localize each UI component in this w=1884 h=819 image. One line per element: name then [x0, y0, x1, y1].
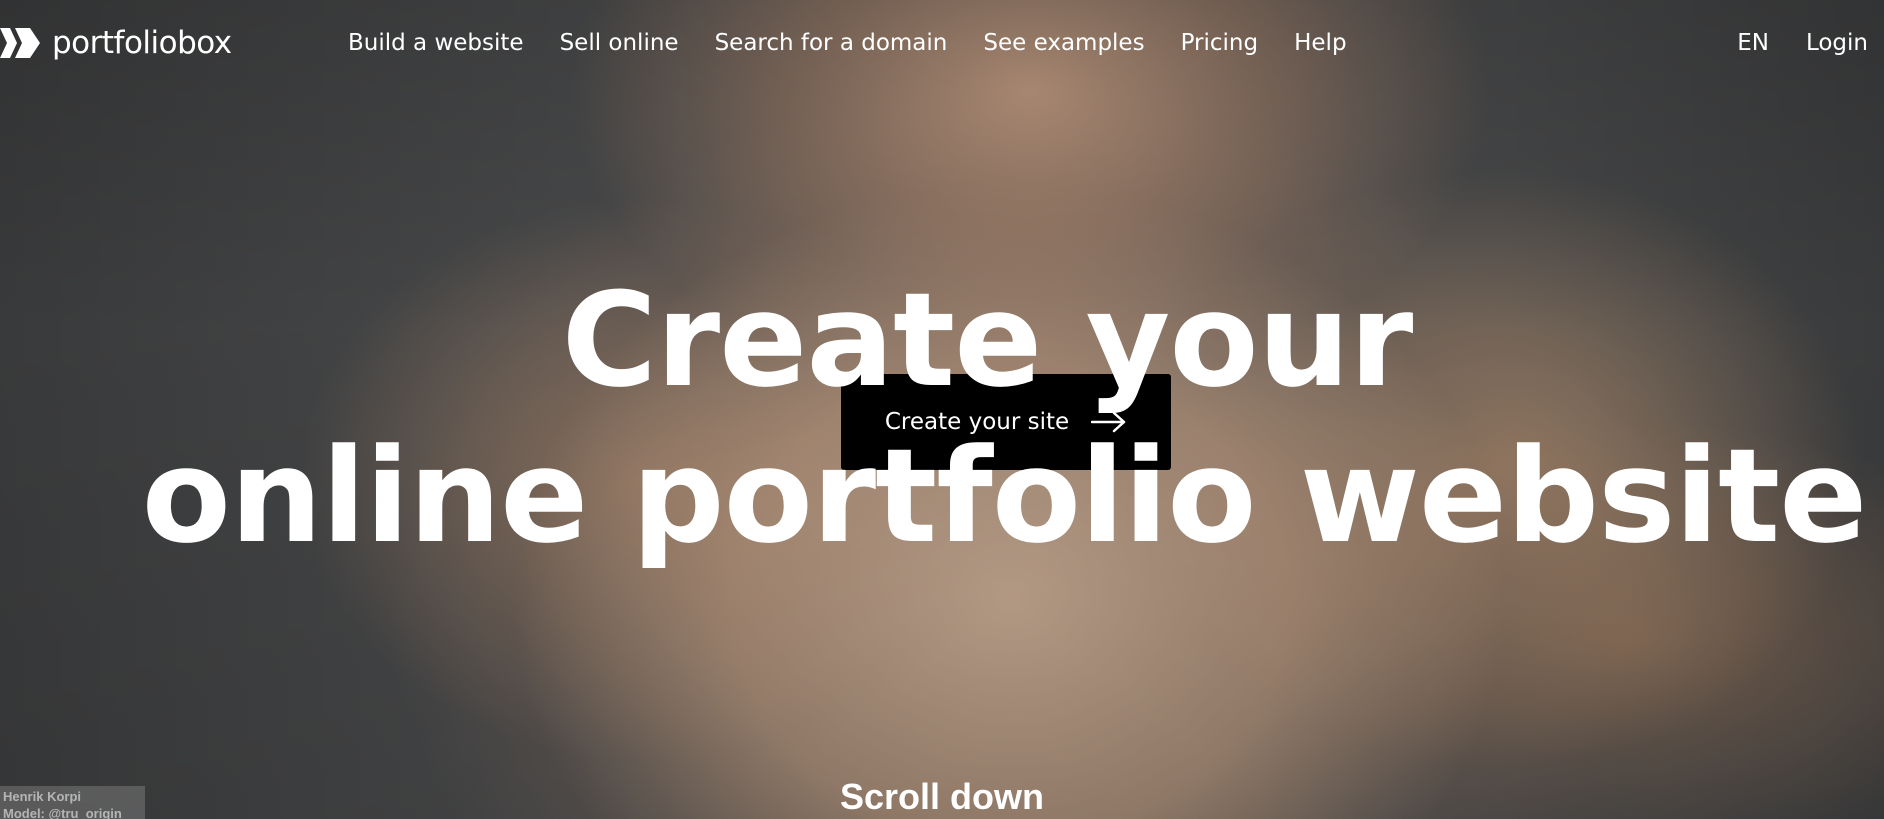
nav-item-see-examples[interactable]: See examples [983, 24, 1144, 62]
login-link[interactable]: Login [1806, 24, 1868, 62]
photo-credit-photographer: Henrik Korpi [3, 789, 82, 804]
logo-link[interactable]: portfoliobox [0, 22, 232, 64]
nav-item-sell-online[interactable]: Sell online [560, 24, 679, 62]
create-site-button-label: Create your site [884, 409, 1070, 435]
site-header: portfoliobox Build a website Sell online… [0, 0, 1884, 86]
header-right: EN Login [1737, 24, 1868, 62]
nav-item-help[interactable]: Help [1294, 24, 1346, 62]
brand-name: portfoliobox [52, 25, 232, 61]
portfoliobox-logo-icon [0, 28, 40, 58]
nav-item-build-website[interactable]: Build a website [348, 24, 524, 62]
language-selector[interactable]: EN [1737, 24, 1769, 62]
main-nav: Build a website Sell online Search for a… [348, 24, 1383, 62]
photo-credit-model: Model: @tru_origin [3, 806, 122, 819]
arrow-right-icon [1091, 411, 1126, 433]
create-site-button[interactable]: Create your site [841, 374, 1171, 470]
nav-item-pricing[interactable]: Pricing [1181, 24, 1259, 62]
nav-item-search-domain[interactable]: Search for a domain [715, 24, 948, 62]
photo-credit: Henrik Korpi Model: @tru_origin [0, 786, 145, 819]
scroll-down-link[interactable]: Scroll down [0, 772, 1884, 819]
